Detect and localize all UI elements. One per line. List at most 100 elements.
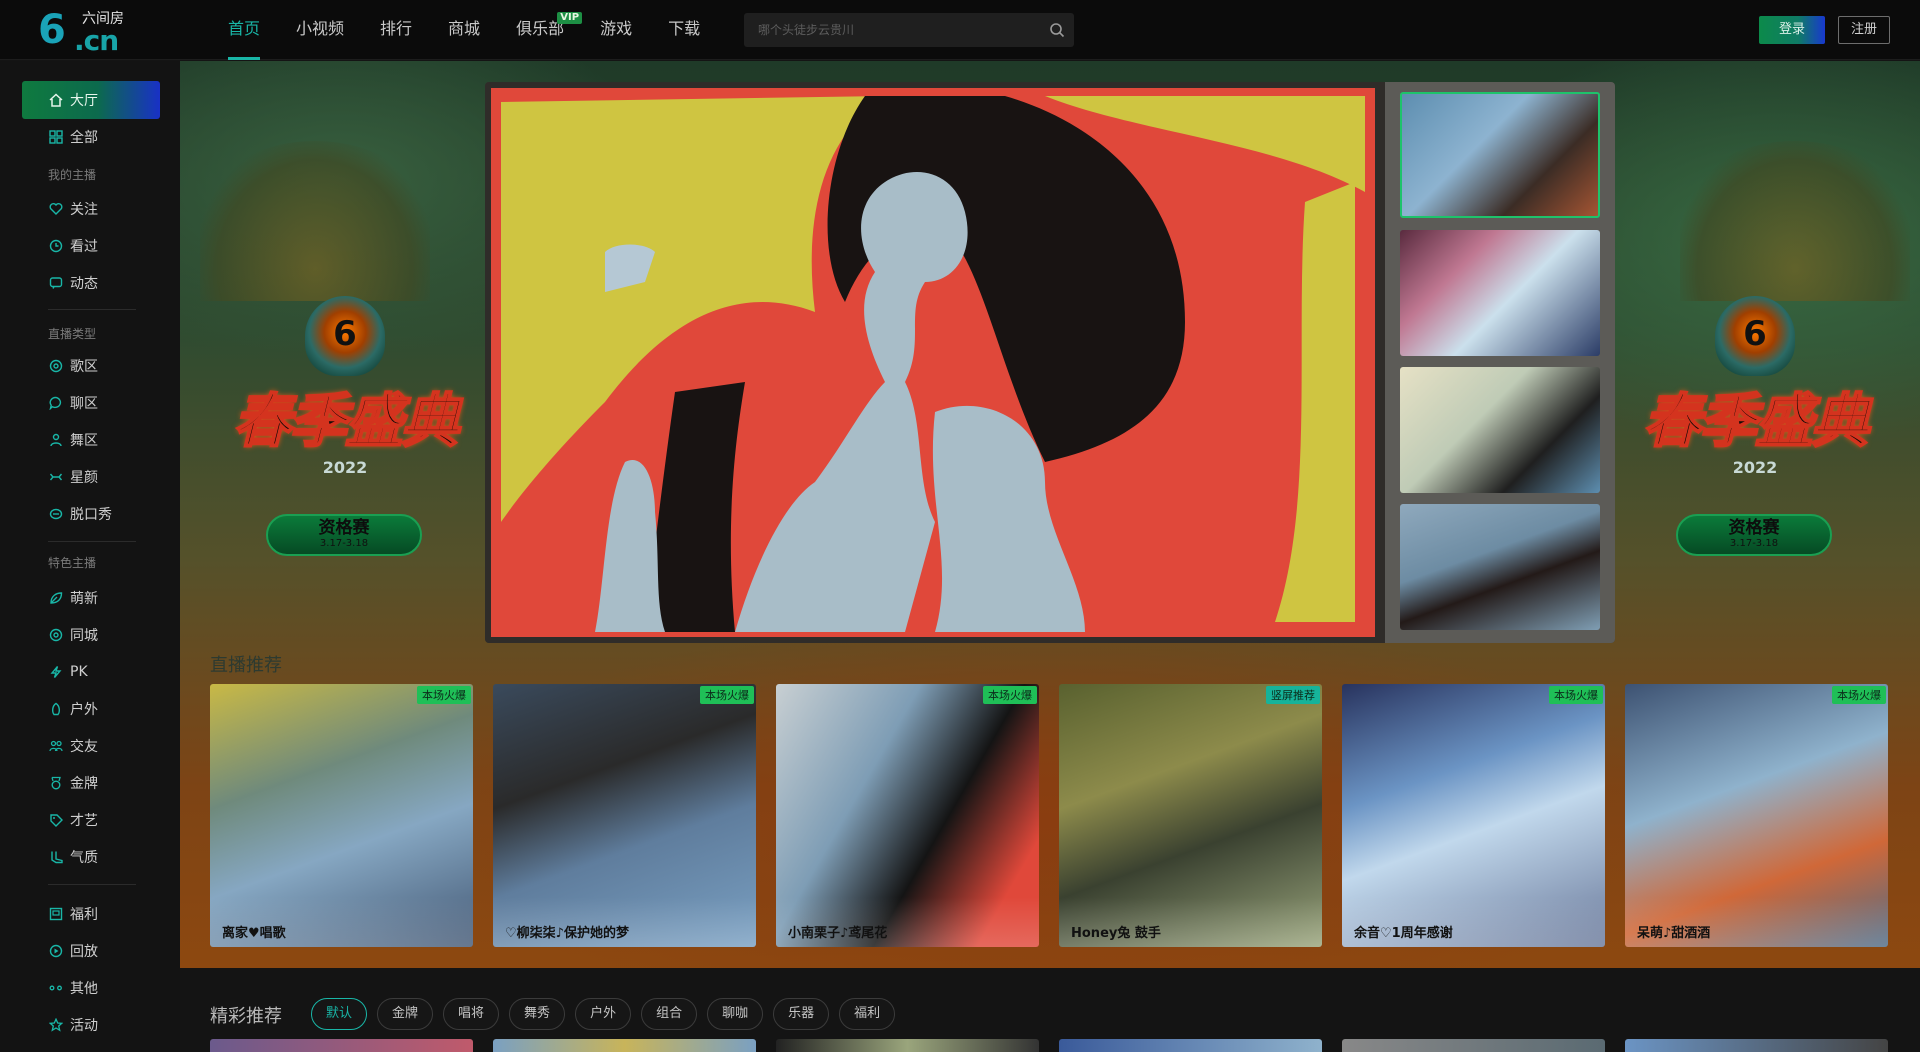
event-banner-left[interactable]: 6 春季盛典 2022 资格赛 3.17-3.18 [210, 296, 480, 596]
hero-section: 6 春季盛典 2022 资格赛 3.17-3.18 6 春季盛典 2022 资格… [180, 61, 1920, 968]
sidebar-item-history[interactable]: 看过 [48, 233, 98, 259]
mountain-icon [48, 701, 64, 717]
filter-chip-singer[interactable]: 唱将 [443, 998, 500, 1030]
nav-short-video[interactable]: 小视频 [278, 0, 362, 60]
sidebar-item-feed[interactable]: 动态 [48, 270, 98, 296]
sidebar-divider [48, 884, 136, 885]
live-room-card[interactable]: 本场火爆 离家♥唱歌 [210, 684, 473, 947]
filter-chip-chat[interactable]: 聊咖 [707, 998, 764, 1030]
nav-home[interactable]: 首页 [210, 0, 278, 60]
replay-icon [48, 943, 64, 959]
event-year: 2022 [1732, 458, 1778, 477]
sidebar-section-title: 特色主播 [48, 556, 97, 570]
event-stage-date: 3.17-3.18 [1729, 538, 1779, 549]
live-thumbnail-list [1385, 82, 1615, 643]
live-thumbnail[interactable] [1400, 367, 1600, 493]
sidebar-item-follow[interactable]: 关注 [48, 196, 98, 222]
card-tag: 本场火爆 [700, 686, 754, 704]
card-tag: 本场火爆 [417, 686, 471, 704]
event-emblem: 6 [1715, 296, 1795, 376]
live-room-card[interactable]: 竖屏推荐 Honey兔 鼓手 [1059, 684, 1322, 947]
palette-icon [48, 812, 64, 828]
sidebar-item-all[interactable]: 全部 [48, 124, 98, 150]
event-stage-pill[interactable]: 资格赛 3.17-3.18 [266, 514, 422, 556]
site-logo[interactable]: 6 六间房 .cn [38, 8, 138, 57]
emblem-text: 6 [1743, 314, 1767, 354]
filter-chip-outdoor[interactable]: 户外 [575, 998, 632, 1030]
event-banner-right[interactable]: 6 春季盛典 2022 资格赛 3.17-3.18 [1620, 296, 1890, 596]
event-stage-date: 3.17-3.18 [319, 538, 369, 549]
emblem-text: 6 [333, 314, 357, 354]
location-icon [48, 627, 64, 643]
sidebar-item-friends[interactable]: 交友 [48, 733, 98, 759]
filter-chip-gold[interactable]: 金牌 [377, 998, 434, 1030]
search-input[interactable] [744, 13, 1039, 47]
sidebar-item-talent[interactable]: 才艺 [48, 807, 98, 833]
live-thumbnail[interactable] [1400, 92, 1600, 218]
sidebar-item-chat[interactable]: 聊区 [48, 390, 98, 416]
featured-room-card[interactable] [776, 1039, 1039, 1052]
filter-chip-default[interactable]: 默认 [311, 998, 368, 1030]
card-tag: 本场火爆 [983, 686, 1037, 704]
live-room-card[interactable]: 本场火爆 余音♡1周年感谢 [1342, 684, 1605, 947]
sidebar-item-hall[interactable]: 大厅 [22, 81, 160, 119]
live-video-stage[interactable] [485, 82, 1385, 643]
register-button[interactable]: 注册 [1838, 16, 1890, 44]
sidebar-item-elegance[interactable]: 气质 [48, 844, 98, 870]
live-room-card[interactable]: 本场火爆 呆萌♪甜酒酒 [1625, 684, 1888, 947]
star-face-icon [48, 469, 64, 485]
card-tag: 竖屏推荐 [1266, 686, 1320, 704]
sidebar-section-title: 我的主播 [48, 168, 97, 182]
live-room-card[interactable]: 本场火爆 小南栗子♪鸢尾花 [776, 684, 1039, 947]
vip-badge: VIP [557, 12, 583, 24]
sidebar-item-label: 关注 [70, 202, 98, 218]
sidebar-item-talkshow[interactable]: 脱口秀 [48, 501, 112, 527]
filter-chip-dance[interactable]: 舞秀 [509, 998, 566, 1030]
filter-chip-instrument[interactable]: 乐器 [773, 998, 830, 1030]
sidebar-item-outdoor[interactable]: 户外 [48, 696, 98, 722]
event-stage-pill[interactable]: 资格赛 3.17-3.18 [1676, 514, 1832, 556]
nav-ranking[interactable]: 排行 [362, 0, 430, 60]
sidebar-item-label: 福利 [70, 907, 98, 923]
sidebar-item-nearby[interactable]: 同城 [48, 622, 98, 648]
sidebar-item-sing[interactable]: 歌区 [48, 353, 98, 379]
nav-club[interactable]: 俱乐部 VIP [498, 0, 583, 60]
live-thumbnail[interactable] [1400, 230, 1600, 356]
more-icon [48, 980, 64, 996]
sidebar-item-dance[interactable]: 舞区 [48, 427, 98, 453]
featured-room-card[interactable] [1342, 1039, 1605, 1052]
nav-label: 排行 [380, 19, 413, 38]
live-thumbnail[interactable] [1400, 504, 1600, 630]
featured-room-card[interactable] [210, 1039, 473, 1052]
sidebar-item-label: 才艺 [70, 813, 98, 829]
home-icon [49, 93, 63, 107]
sidebar-item-other[interactable]: 其他 [48, 975, 98, 1001]
live-room-card[interactable]: 本场火爆 ♡柳柒柒♪保护她的梦 [493, 684, 756, 947]
sidebar-item-events[interactable]: 活动 [48, 1012, 98, 1038]
logo-domain: .cn [74, 24, 119, 57]
filter-chip-group[interactable]: 组合 [641, 998, 698, 1030]
sidebar-section-title: 直播类型 [48, 327, 97, 341]
nav-label: 商城 [448, 19, 481, 38]
nav-download[interactable]: 下载 [650, 0, 718, 60]
sidebar-item-newbie[interactable]: 萌新 [48, 585, 98, 611]
sidebar-item-gold[interactable]: 金牌 [48, 770, 98, 796]
featured-room-card[interactable] [1059, 1039, 1322, 1052]
grid-icon [48, 129, 64, 145]
featured-room-card[interactable] [493, 1039, 756, 1052]
search-icon [1050, 23, 1065, 38]
clock-icon [48, 238, 64, 254]
sidebar-item-replay[interactable]: 回放 [48, 938, 98, 964]
leaf-icon [48, 590, 64, 606]
search-button[interactable] [1040, 13, 1074, 47]
sidebar-item-welfare[interactable]: 福利 [48, 901, 98, 927]
sidebar-item-pk[interactable]: PK [48, 659, 88, 685]
sidebar-item-beauty[interactable]: 星颜 [48, 464, 98, 490]
nav-games[interactable]: 游戏 [582, 0, 650, 60]
nav-mall[interactable]: 商城 [430, 0, 498, 60]
sidebar-item-label: 回放 [70, 944, 98, 960]
section-title-featured: 精彩推荐 [210, 1006, 282, 1027]
login-button[interactable]: 登录 [1759, 16, 1825, 44]
featured-room-card[interactable] [1625, 1039, 1888, 1052]
filter-chip-welfare[interactable]: 福利 [839, 998, 896, 1030]
